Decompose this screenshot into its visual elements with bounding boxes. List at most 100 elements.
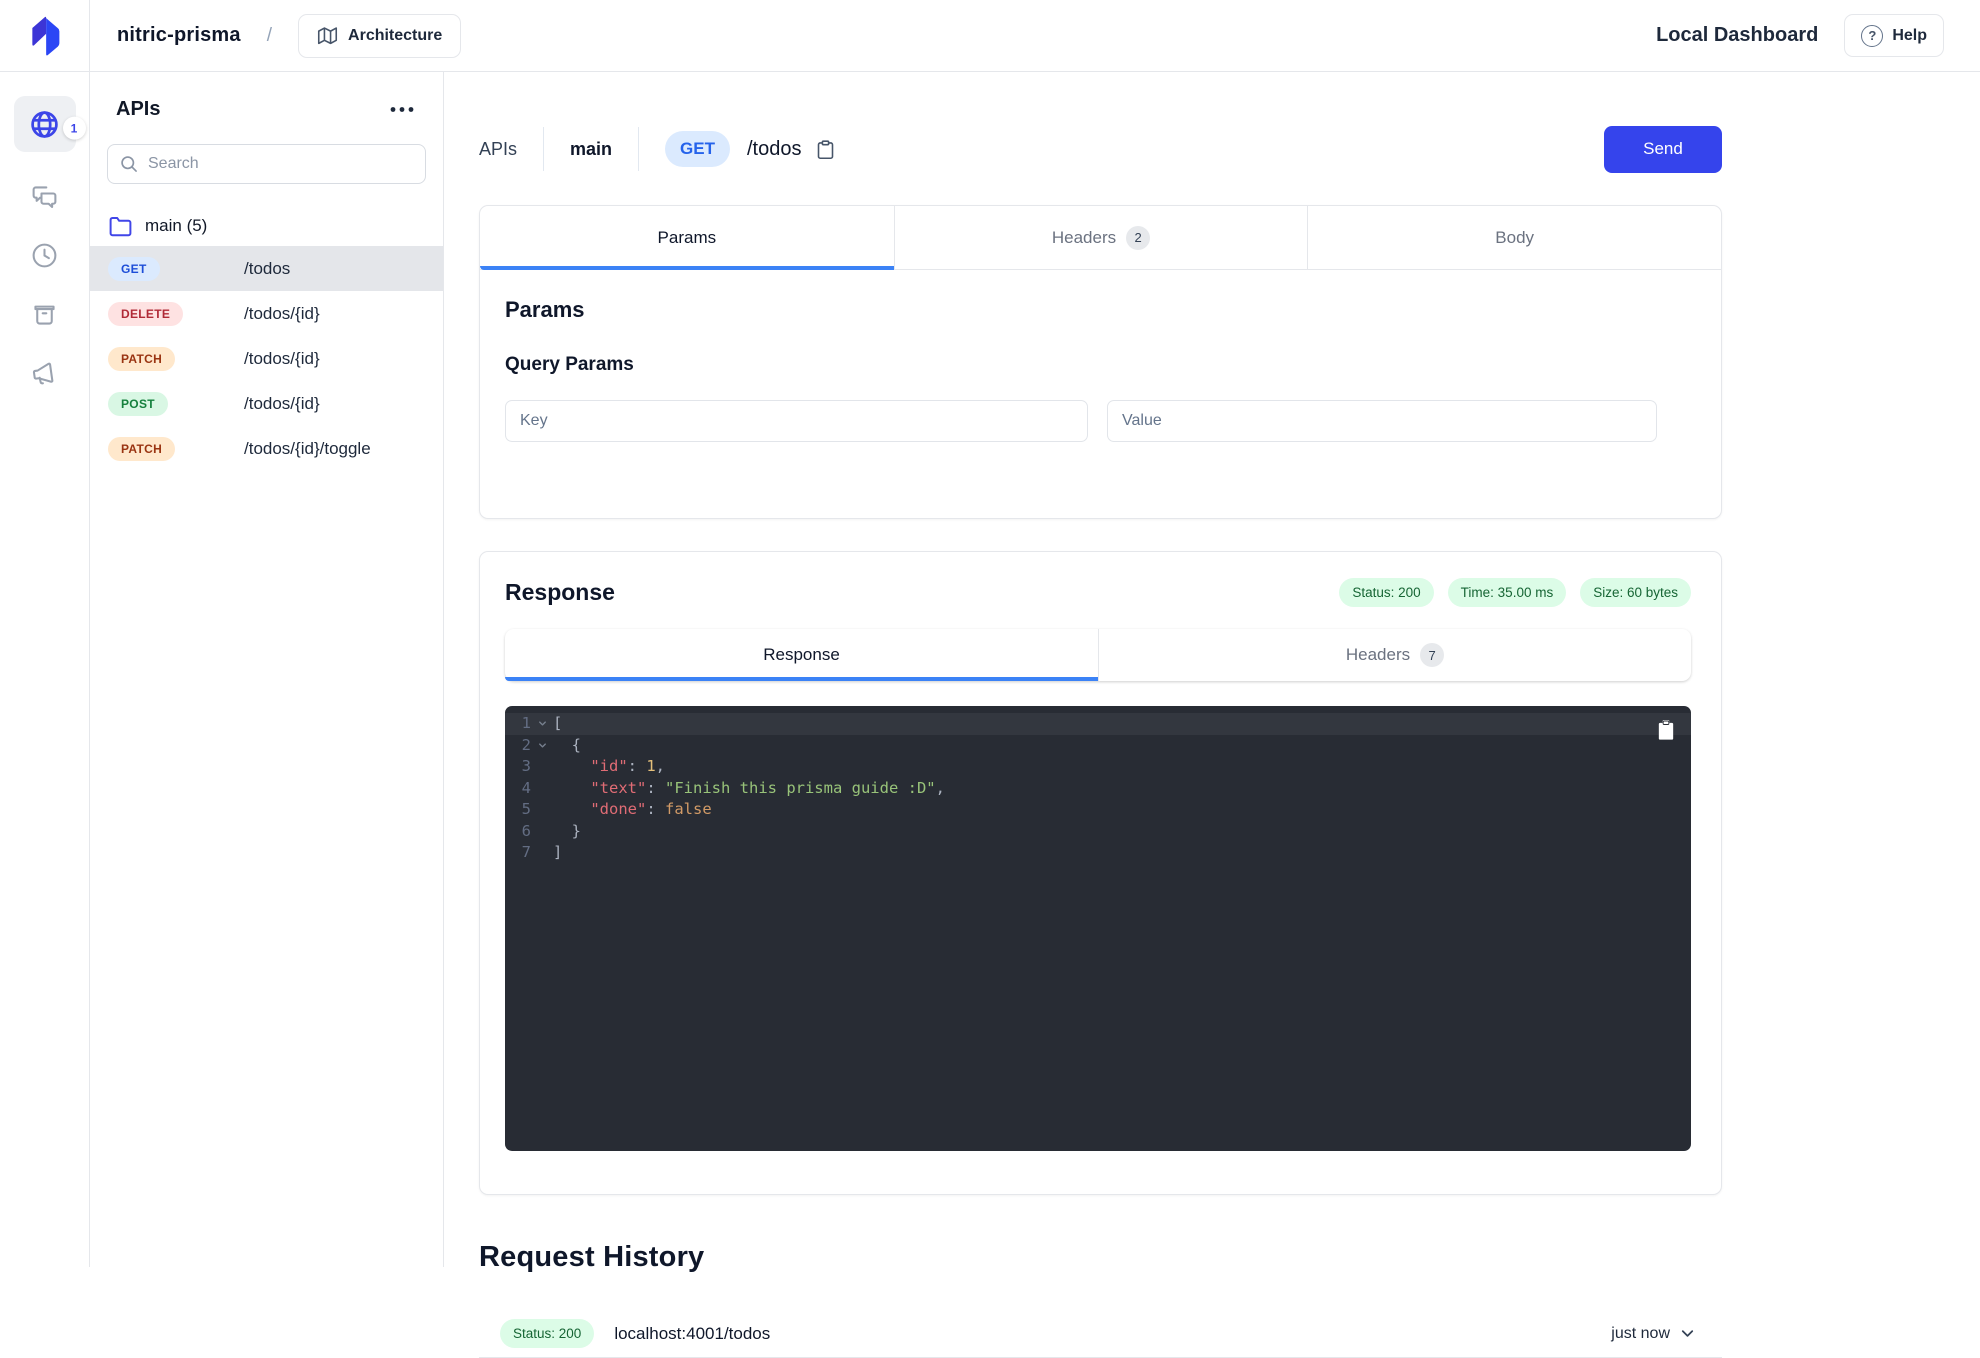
code-text: [ <box>553 713 562 735</box>
code-token: ] <box>553 843 562 861</box>
rail-item-apis[interactable]: 1 <box>14 96 76 152</box>
code-token: : <box>646 779 665 797</box>
code-token: } <box>553 822 581 840</box>
fold-spacer <box>531 756 553 778</box>
tab-label: Headers <box>1052 228 1116 248</box>
endpoint-method-cell: PATCH <box>108 437 244 461</box>
clock-icon <box>30 241 59 270</box>
code-text: "done": false <box>553 799 712 821</box>
api-folder-main[interactable]: main (5) <box>90 206 443 246</box>
code-line: 5 "done": false <box>505 799 1691 821</box>
request-tab-params[interactable]: Params <box>480 206 894 269</box>
map-icon <box>317 25 338 46</box>
breadcrumb-root: APIs <box>479 139 517 160</box>
fold-spacer <box>531 821 553 843</box>
code-token: "id" <box>590 757 627 775</box>
code-text: } <box>553 821 581 843</box>
code-token: "Finish this prisma guide :D" <box>665 779 936 797</box>
endpoint-row[interactable]: DELETE/todos/{id} <box>90 291 443 336</box>
endpoint-path: /todos/{id} <box>244 394 320 414</box>
response-tabs: ResponseHeaders7 <box>505 629 1691 681</box>
send-button[interactable]: Send <box>1604 126 1722 173</box>
code-text: { <box>553 735 581 757</box>
icon-rail: 1 <box>0 72 90 1267</box>
endpoint-path: /todos <box>244 259 290 279</box>
endpoint-list: GET/todosDELETE/todos/{id}PATCH/todos/{i… <box>90 246 443 471</box>
breadcrumb-divider <box>543 127 544 171</box>
code-token: : <box>646 800 665 818</box>
dashboard-title: Local Dashboard <box>1656 24 1818 47</box>
fold-chevron-icon[interactable] <box>531 713 553 735</box>
copy-response-button[interactable] <box>1656 719 1676 741</box>
endpoint-row[interactable]: PATCH/todos/{id} <box>90 336 443 381</box>
copy-path-button[interactable] <box>815 138 836 161</box>
question-mark-icon: ? <box>1861 25 1883 47</box>
history-row[interactable]: Status: 200localhost:4001/todosjust now <box>479 1310 1722 1358</box>
line-number: 7 <box>505 842 531 864</box>
history-time: just now <box>1611 1324 1697 1343</box>
code-line: 2 { <box>505 735 1691 757</box>
breadcrumb-separator: / <box>267 25 272 47</box>
rail-item-schedules[interactable] <box>30 241 59 270</box>
history-time-label: just now <box>1611 1325 1670 1343</box>
code-line: 6 } <box>505 821 1691 843</box>
help-button[interactable]: ? Help <box>1844 14 1944 57</box>
endpoint-method-cell: PATCH <box>108 347 244 371</box>
query-params-heading: Query Params <box>505 354 1691 376</box>
code-line: 4 "text": "Finish this prisma guide :D", <box>505 778 1691 800</box>
breadcrumb-api: main <box>570 139 612 160</box>
code-token: 1 <box>646 757 655 775</box>
sidebar-menu-button[interactable] <box>385 102 419 117</box>
breadcrumb-divider <box>638 127 639 171</box>
code-lines: 1[2 {3 "id": 1,4 "text": "Finish this pr… <box>505 713 1691 864</box>
rail-item-storage[interactable] <box>30 300 59 329</box>
endpoint-row[interactable]: PATCH/todos/{id}/toggle <box>90 426 443 471</box>
line-number: 1 <box>505 713 531 735</box>
nitric-logo[interactable] <box>0 0 90 72</box>
code-token: , <box>656 757 665 775</box>
status-badge: Status: 200 <box>1339 578 1433 607</box>
query-key-input[interactable] <box>505 400 1088 442</box>
fold-spacer <box>531 799 553 821</box>
method-badge: POST <box>108 392 168 416</box>
apis-sidebar: APIs main (5) GET/todosDELETE/todos/{id}… <box>90 72 444 1267</box>
endpoint-method-cell: POST <box>108 392 244 416</box>
chevron-down-icon[interactable] <box>1678 1324 1697 1343</box>
code-token: : <box>628 757 647 775</box>
tab-label: Params <box>658 228 717 248</box>
fold-chevron-icon[interactable] <box>531 735 553 757</box>
request-tab-headers[interactable]: Headers2 <box>894 206 1308 269</box>
response-tab-headers[interactable]: Headers7 <box>1098 629 1691 681</box>
code-text: ] <box>553 842 562 864</box>
method-badge: PATCH <box>108 437 175 461</box>
query-value-input[interactable] <box>1107 400 1657 442</box>
response-code-viewer[interactable]: 1[2 {3 "id": 1,4 "text": "Finish this pr… <box>505 706 1691 1151</box>
tab-label: Headers <box>1346 645 1410 665</box>
rail-item-websockets[interactable] <box>30 182 59 211</box>
architecture-button[interactable]: Architecture <box>298 14 461 58</box>
endpoint-path: /todos/{id} <box>244 304 320 324</box>
size-badge: Size: 60 bytes <box>1580 578 1691 607</box>
search-input[interactable] <box>107 144 426 184</box>
folder-icon <box>108 214 133 239</box>
rail-item-topics[interactable] <box>30 359 59 388</box>
code-token: "done" <box>590 800 646 818</box>
nitric-logo-icon <box>22 13 68 59</box>
response-tab-response[interactable]: Response <box>505 629 1098 681</box>
time-badge: Time: 35.00 ms <box>1448 578 1567 607</box>
architecture-label: Architecture <box>348 27 442 45</box>
search-icon <box>119 154 139 174</box>
request-tab-body[interactable]: Body <box>1307 206 1721 269</box>
endpoint-row[interactable]: POST/todos/{id} <box>90 381 443 426</box>
tab-label: Body <box>1495 228 1534 248</box>
code-token: false <box>665 800 712 818</box>
chat-bubbles-icon <box>30 182 59 211</box>
code-text: "text": "Finish this prisma guide :D", <box>553 778 945 800</box>
response-heading: Response <box>505 579 615 606</box>
fold-spacer <box>531 778 553 800</box>
line-number: 2 <box>505 735 531 757</box>
top-bar: nitric-prisma / Architecture Local Dashb… <box>0 0 1980 72</box>
endpoint-row[interactable]: GET/todos <box>90 246 443 291</box>
method-badge: DELETE <box>108 302 183 326</box>
main-content: APIs main GET /todos Send ParamsHeaders2… <box>444 72 1722 1358</box>
